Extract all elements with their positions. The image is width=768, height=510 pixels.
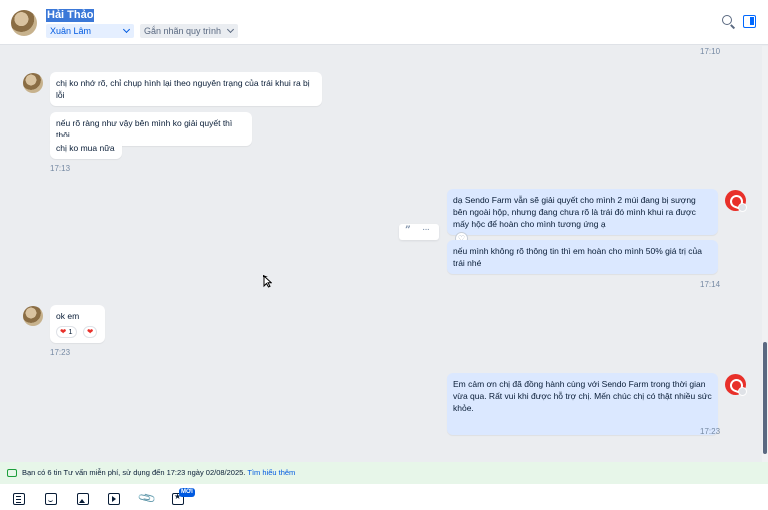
contact-avatar[interactable]	[23, 306, 43, 326]
image-icon[interactable]	[77, 493, 89, 505]
message-hover-tools: ” ···	[399, 224, 439, 240]
scrollbar-thumb[interactable]	[763, 342, 767, 454]
learn-more-link[interactable]: Tìm hiểu thêm	[247, 468, 295, 477]
outgoing-message[interactable]: Em cảm ơn chị đã đồng hành cùng với Send…	[447, 373, 718, 435]
incoming-message[interactable]: chị ko mua nữa	[50, 137, 122, 159]
outgoing-message[interactable]: dạ Sendo Farm vẫn sẽ giải quyết cho mình…	[447, 189, 718, 235]
process-label-select[interactable]: Gắn nhãn quy trình	[140, 24, 238, 38]
message-time: 17:13	[50, 164, 71, 173]
chat-icon	[7, 469, 17, 477]
shop-avatar[interactable]	[725, 374, 747, 396]
composer-toolbar: 📎	[0, 484, 768, 510]
free-consult-notice: Bạn có 6 tin Tư vấn miễn phí, sử dụng đế…	[0, 462, 768, 484]
video-icon[interactable]	[108, 493, 120, 505]
contact-name[interactable]: Hải Thảo	[46, 9, 95, 22]
assigned-user-select[interactable]: Xuân Lâm	[46, 24, 134, 38]
process-label-placeholder: Gắn nhãn quy trình	[144, 26, 222, 36]
mouse-cursor-icon	[263, 275, 272, 288]
more-icon[interactable]: ···	[422, 224, 430, 235]
heart-icon: ❤	[60, 327, 67, 336]
message-time: 17:10	[700, 47, 721, 56]
attachment-icon[interactable]: 📎	[137, 488, 157, 508]
message-text: Em cảm ơn chị đã đồng hành cùng với Send…	[453, 379, 712, 413]
message-time: 17:14	[700, 280, 721, 289]
quote-icon[interactable]: ”	[405, 225, 411, 236]
message-text: ok em	[56, 311, 80, 321]
chevron-down-icon	[226, 25, 235, 34]
add-reaction-button[interactable]: ❤	[83, 326, 98, 338]
reaction-badge[interactable]: ❤ 1	[56, 326, 77, 338]
search-icon[interactable]	[722, 15, 736, 29]
contact-avatar[interactable]	[11, 10, 37, 36]
heart-icon: ❤	[87, 327, 94, 336]
message-time: 17:23	[700, 427, 721, 436]
assigned-user-label: Xuân Lâm	[50, 26, 92, 36]
chat-header: Hải Thảo Xuân Lâm Gắn nhãn quy trình	[0, 0, 768, 45]
sticker-icon[interactable]	[45, 493, 57, 505]
new-badge: MỚI	[179, 488, 195, 497]
document-icon[interactable]	[13, 493, 25, 505]
incoming-message[interactable]: chị ko nhớ rõ, chỉ chụp hình lại theo ng…	[50, 72, 322, 106]
side-panel-icon[interactable]	[743, 15, 756, 28]
message-list[interactable]: 17:10 chị ko nhớ rõ, chỉ chụp hình lại t…	[0, 46, 762, 462]
outgoing-message[interactable]: nếu mình không rõ thông tin thì em hoàn …	[447, 240, 718, 274]
message-scrollbar[interactable]	[762, 46, 768, 462]
chevron-down-icon	[122, 25, 131, 34]
message-time: 17:23	[50, 348, 71, 357]
reaction-count: 1	[68, 327, 73, 336]
notice-text: Bạn có 6 tin Tư vấn miễn phí, sử dụng đế…	[22, 468, 246, 477]
shop-avatar[interactable]	[725, 190, 747, 212]
contact-avatar[interactable]	[23, 73, 43, 93]
